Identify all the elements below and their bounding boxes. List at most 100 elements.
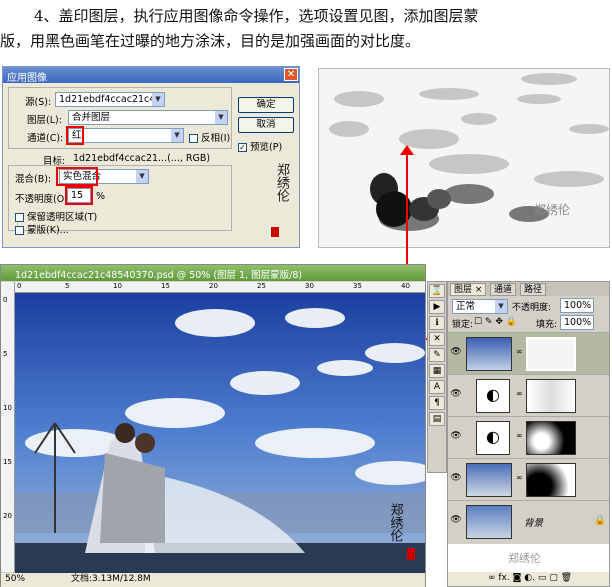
opacity-label: 不透明度: — [512, 303, 552, 313]
document-window: 1d21ebdf4ccac21c48540370.psd @ 50% (图层 1… — [0, 264, 426, 587]
paragraph-icon[interactable]: ¶ — [429, 396, 445, 410]
checkbox-icon — [15, 226, 24, 235]
eye-icon[interactable]: 👁 — [450, 431, 462, 443]
chevron-down-icon: ▼ — [136, 170, 148, 183]
svg-text:郑绣伦: 郑绣伦 — [534, 202, 570, 217]
new-group-icon[interactable]: ▭ — [538, 573, 547, 583]
eye-icon[interactable]: 👁 — [450, 389, 462, 401]
tab-channels[interactable]: 通道 — [490, 283, 517, 296]
swatches-icon[interactable]: ▦ — [429, 364, 445, 378]
vertical-ruler: 0 5 10 15 20 — [1, 282, 15, 572]
adjustment-icon: ◐ — [476, 379, 510, 413]
lock-icon: 🔒 — [594, 515, 606, 526]
canvas-signature: 郑绣伦 — [388, 503, 404, 543]
chevron-down-icon: ▼ — [171, 129, 183, 142]
document-size: 文档:3.13M/12.8M — [71, 574, 151, 584]
eye-icon[interactable]: 👁 — [450, 347, 462, 359]
layer-thumbnail — [466, 463, 512, 497]
layer-row[interactable]: 👁 ◐ ∞ — [448, 374, 609, 416]
layer-row[interactable]: 👁 ∞ — [448, 458, 609, 500]
history-icon[interactable]: ⌛ — [429, 284, 445, 298]
layer-mask-thumbnail[interactable] — [526, 463, 576, 497]
checkmark-icon: ✓ — [238, 143, 247, 152]
panel-footer: ∞ fx. ◙ ◐. ▭ ▢ 🗑 — [448, 572, 609, 586]
chevron-down-icon: ▼ — [152, 93, 164, 106]
blend-mode-select[interactable]: 正常 ▼ — [452, 299, 508, 314]
eye-icon[interactable]: 👁 — [450, 473, 462, 485]
link-icon: ∞ — [516, 389, 523, 398]
adjustment-layer-icon[interactable]: ◐. — [524, 573, 535, 583]
tool-strip: ⌛ ▶ ℹ ✕ ✎ ▦ A ¶ ▤ — [427, 281, 447, 473]
fill-field[interactable]: 100% — [560, 315, 594, 330]
layer-thumbnail — [466, 337, 512, 371]
lock-label: 锁定: — [452, 320, 474, 330]
layer-select[interactable]: 合并图层 ▼ — [68, 110, 228, 125]
wedding-photo: 郑绣伦 — [15, 293, 425, 573]
ok-button[interactable]: 确定 — [238, 97, 294, 113]
brush-icon[interactable]: ✎ — [429, 348, 445, 362]
source-select[interactable]: 1d21ebdf4ccac21c4854...▼ — [55, 92, 165, 107]
blend-highlight — [56, 167, 98, 186]
opacity-label: 不透明度(O): — [15, 194, 72, 205]
preview-checkbox[interactable]: ✓ 预览(P) — [238, 139, 282, 153]
trash-icon[interactable]: 🗑 — [561, 573, 572, 583]
dialog-title: 应用图像 — [3, 67, 299, 84]
status-bar: 50% 文档:3.13M/12.8M — [1, 573, 425, 587]
seal-stamp — [271, 227, 279, 237]
source-label: 源(S): — [25, 97, 52, 108]
eye-icon[interactable]: 👁 — [450, 515, 462, 527]
panel-art: 郑绣伦 — [448, 544, 609, 572]
checkbox-icon — [189, 134, 198, 143]
character-icon[interactable]: A — [429, 380, 445, 394]
layer-mask-thumbnail[interactable] — [526, 379, 576, 413]
channel-select[interactable]: 红 ▼ — [68, 128, 184, 143]
apply-image-dialog: 应用图像 ✕ 源(S): 1d21ebdf4ccac21c4854...▼ 图层… — [2, 66, 300, 248]
actions-icon[interactable]: ▶ — [429, 300, 445, 314]
opacity-field[interactable]: 100% — [560, 298, 594, 313]
link-icon: ∞ — [516, 473, 523, 482]
close-icon[interactable]: ✕ — [284, 68, 298, 81]
document-canvas[interactable]: 郑绣伦 — [15, 293, 425, 573]
preserve-transparency-checkbox[interactable]: 保留透明区域(T) — [15, 209, 97, 223]
mask-preview-art: 郑绣伦 — [319, 69, 609, 247]
zoom-level[interactable]: 50% — [5, 573, 25, 586]
layer-row[interactable]: 👁 ∞ — [448, 332, 609, 374]
watermark-signature: 郑绣伦 — [508, 552, 541, 565]
checkbox-icon — [15, 213, 24, 222]
mask-preview-image: 郑绣伦 — [318, 68, 610, 248]
opacity-unit: % — [96, 191, 106, 202]
lock-icons[interactable]: ☐ ✎ ✥ 🔒 — [474, 317, 517, 327]
layer-mask-thumbnail[interactable] — [526, 337, 576, 371]
fx-icon[interactable]: fx. — [498, 573, 509, 583]
instruction-line-1: 4、盖印图层，执行应用图像命令操作，选项设置见图，添加图层蒙 — [34, 7, 479, 25]
layer-comps-icon[interactable]: ▤ — [429, 412, 445, 426]
instruction-line-2: 版，用黑色画笔在过曝的地方涂沫，目的是加强画面的对比度。 — [0, 32, 421, 50]
info-icon[interactable]: ℹ — [429, 316, 445, 330]
horizontal-ruler: 0 5 10 15 20 25 30 35 40 — [15, 282, 425, 293]
instruction-text: 4、盖印图层，执行应用图像命令操作，选项设置见图，添加图层蒙 版，用黑色画笔在过… — [0, 4, 612, 54]
layer-label: 图层(L): — [27, 115, 62, 126]
tools-icon[interactable]: ✕ — [429, 332, 445, 346]
chevron-down-icon: ▼ — [495, 300, 507, 313]
tab-paths[interactable]: 路径 — [520, 283, 547, 296]
target-value: 1d21ebdf4ccac21...(..., RGB) — [73, 153, 211, 164]
signature-art: 郑绣伦 — [274, 163, 289, 202]
mask-checkbox[interactable]: 蒙版(K)... — [15, 222, 69, 236]
invert-checkbox[interactable]: 反相(I) — [189, 130, 230, 144]
adjustment-icon: ◐ — [476, 421, 510, 455]
channel-label: 通道(C): — [27, 133, 64, 144]
arrow-up-icon — [400, 145, 414, 155]
link-layers-icon[interactable]: ∞ — [488, 573, 496, 583]
link-icon: ∞ — [516, 347, 523, 356]
cancel-button[interactable]: 取消 — [238, 117, 294, 133]
layer-row[interactable]: 👁 ◐ ∞ — [448, 416, 609, 458]
tab-layers[interactable]: 图层 × — [450, 283, 487, 296]
channel-highlight — [66, 126, 84, 145]
fill-label: 填充: — [536, 320, 558, 330]
add-mask-icon[interactable]: ◙ — [513, 573, 522, 583]
layer-mask-thumbnail[interactable] — [526, 421, 576, 455]
link-icon: ∞ — [516, 431, 523, 440]
layer-row[interactable]: 👁 背景 🔒 — [448, 500, 609, 542]
new-layer-icon[interactable]: ▢ — [549, 573, 558, 583]
chevron-down-icon: ▼ — [215, 111, 227, 124]
